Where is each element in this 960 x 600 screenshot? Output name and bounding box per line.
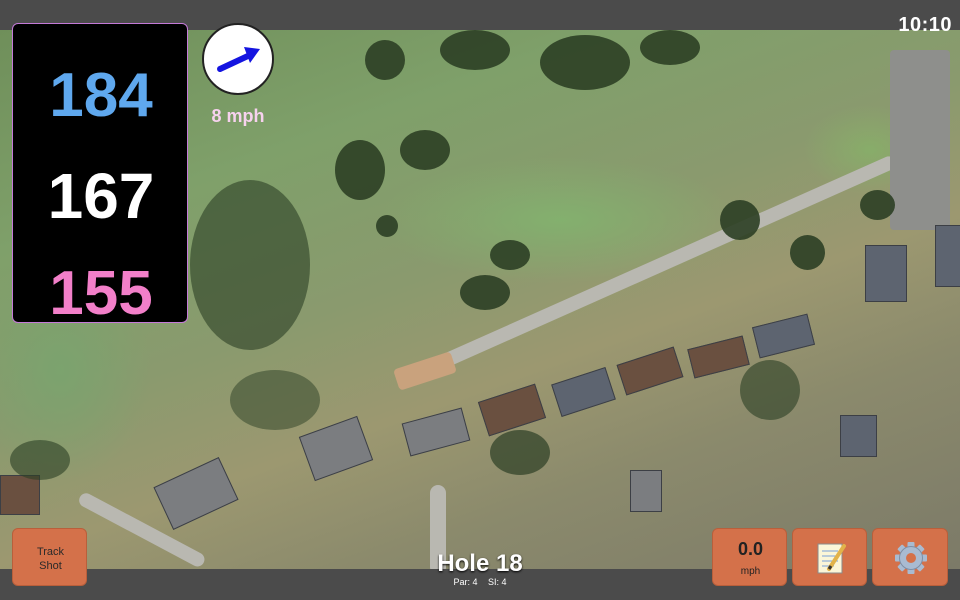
track-shot-button[interactable]: Track Shot: [12, 528, 87, 586]
wind-button-unit: mph: [740, 566, 761, 577]
wind-speed: 8 mph: [211, 106, 265, 126]
tree: [860, 190, 895, 220]
track-shot-label-line1: Track: [36, 546, 65, 558]
settings-button[interactable]: [872, 528, 948, 586]
tree: [400, 130, 450, 170]
house: [551, 367, 616, 417]
house: [153, 456, 239, 531]
house: [616, 346, 684, 396]
tree: [490, 240, 530, 270]
house: [630, 470, 662, 512]
tree: [720, 200, 760, 240]
tree: [640, 30, 700, 65]
tree: [490, 430, 550, 475]
wind-button-value: 0.0: [737, 539, 764, 559]
parking-lot: [890, 50, 950, 230]
middle-distance: 167: [47, 160, 155, 232]
wind-indicator[interactable]: [202, 23, 274, 95]
wind-speed-button[interactable]: 0.0 mph: [712, 528, 787, 586]
house: [687, 335, 750, 379]
house: [0, 475, 40, 515]
notepad-icon: [817, 543, 846, 574]
house: [401, 407, 471, 457]
tree: [790, 235, 825, 270]
house: [840, 415, 877, 457]
house: [477, 383, 547, 437]
gear-icon: [895, 542, 927, 574]
house: [751, 313, 816, 359]
hole-title: Hole 18: [437, 550, 523, 577]
house: [935, 225, 960, 287]
house: [865, 245, 907, 302]
tree: [335, 140, 385, 200]
tree: [460, 275, 510, 310]
road: [417, 154, 898, 379]
track-shot-label-line2: Shot: [39, 560, 62, 572]
tree: [376, 215, 398, 237]
distance-panel: 184 167 155: [12, 23, 188, 328]
tree: [10, 440, 70, 480]
clock: 10:10: [898, 14, 952, 36]
tree-cluster: [190, 180, 310, 350]
hole-par: Par: 4: [453, 577, 478, 587]
front-distance: 155: [49, 259, 153, 328]
notes-button[interactable]: [792, 528, 867, 586]
tree: [440, 30, 510, 70]
hole-stroke-index: SI: 4: [488, 577, 507, 587]
house: [298, 415, 374, 482]
bunker: [393, 351, 457, 391]
back-distance: 184: [49, 61, 153, 130]
tree: [740, 360, 800, 420]
wind-arrow-icon: [217, 47, 260, 72]
tree: [230, 370, 320, 430]
hole-info: Par: 4 SI: 4: [400, 577, 560, 587]
tree: [540, 35, 630, 90]
tree: [365, 40, 405, 80]
